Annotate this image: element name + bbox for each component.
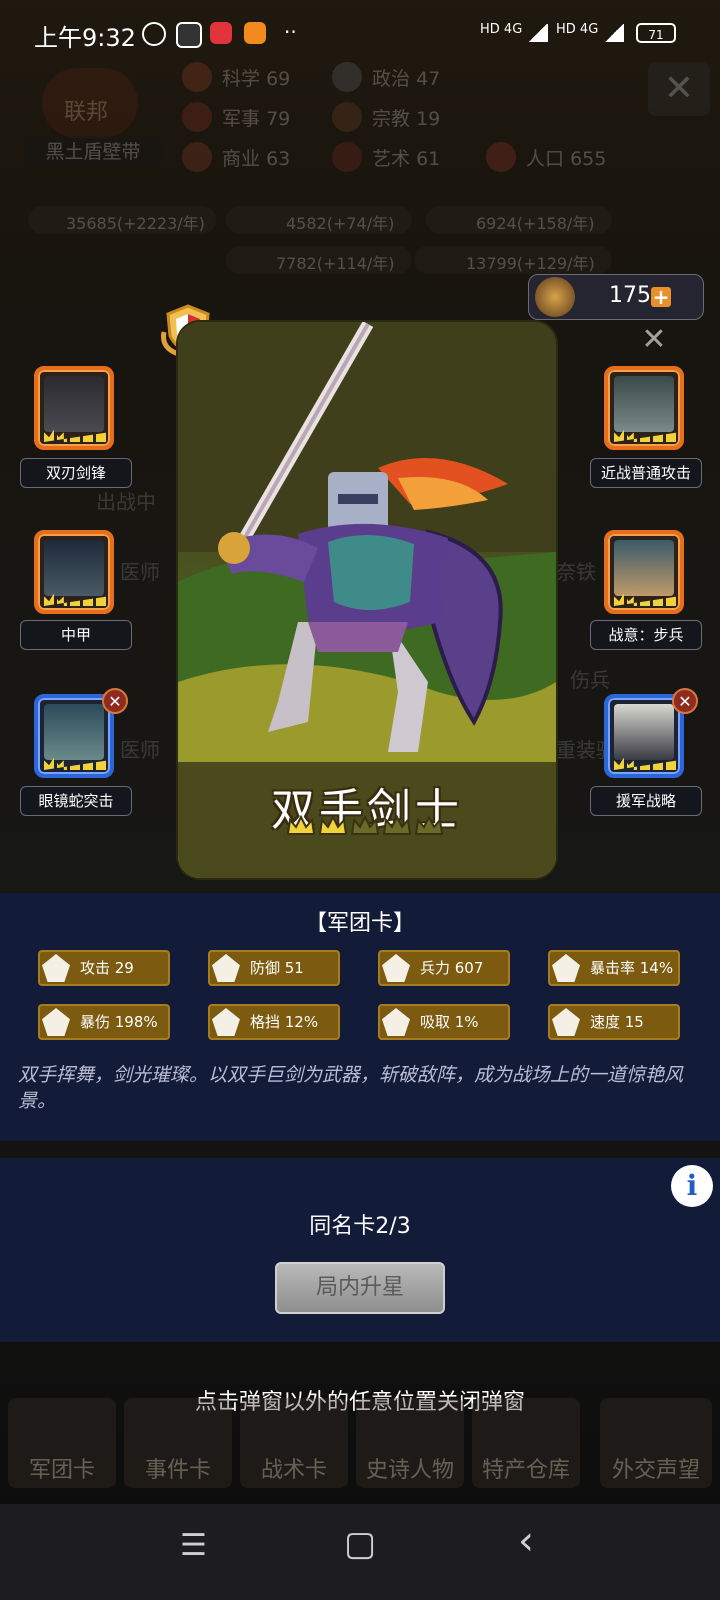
signal-bars-1-icon — [528, 24, 548, 42]
skill-art-icon — [44, 704, 104, 760]
skill-label-right-2: 战意：步兵 — [590, 620, 702, 650]
battery-indicator: 71 — [636, 23, 676, 43]
block-icon — [212, 1008, 240, 1036]
card-type-title: 【军团卡】 — [304, 911, 415, 936]
skill-slot-right-2[interactable] — [604, 530, 684, 614]
info-icon[interactable]: i — [671, 1165, 713, 1207]
remove-skill-left-3-icon[interactable]: ✕ — [102, 688, 128, 714]
stat-tile: 兵力 607 — [378, 950, 510, 986]
app-icon-2 — [210, 22, 232, 44]
points-value: 175 — [609, 283, 651, 308]
stat-label: 攻击 29 — [80, 959, 134, 977]
crest-icon — [535, 277, 575, 317]
crown-empty-icon — [382, 814, 412, 835]
crown-empty-icon — [350, 814, 380, 835]
signal-1: HD 4G — [480, 22, 523, 37]
tab-label-epic-figure: 史诗人物 — [365, 1458, 454, 1483]
tab-label-specialty-warehouse: 特产仓库 — [481, 1458, 570, 1483]
crown-empty-icon — [414, 814, 444, 835]
stat-label: 防御 51 — [250, 959, 304, 977]
stat-tile: 格挡 12% — [208, 1004, 340, 1040]
sword-icon — [42, 954, 70, 982]
menu-icon[interactable]: ☰ — [180, 1528, 207, 1563]
tab-label-diplomacy: 外交声望 — [611, 1458, 700, 1483]
duplicate-card-count: 同名卡2/3 — [309, 1214, 411, 1239]
status-time: 上午9:32 — [34, 24, 136, 52]
skill-label-right-3: 援军战略 — [590, 786, 702, 816]
legion-card: 双手剑士 — [178, 322, 556, 878]
stat-tile: 速度 15 — [548, 1004, 680, 1040]
skill-label-left-3: 眼镜蛇突击 — [20, 786, 132, 816]
add-points-button[interactable]: + — [651, 287, 671, 307]
tab-label-event-card: 事件卡 — [144, 1458, 211, 1483]
skill-slot-left-3[interactable] — [34, 694, 114, 778]
stat-tile: 吸取 1% — [378, 1004, 510, 1040]
crit-rate-icon — [552, 954, 580, 982]
skill-art-icon — [44, 540, 104, 596]
more-notifications-icon: ·· — [284, 20, 297, 44]
stat-tile: 暴伤 198% — [38, 1004, 170, 1040]
tab-label-tactic-card: 战术卡 — [260, 1458, 327, 1483]
stat-label: 暴击率 14% — [590, 959, 674, 977]
stat-label: 暴伤 198% — [80, 1013, 158, 1031]
shield-icon — [212, 954, 240, 982]
stat-label: 兵力 607 — [420, 959, 484, 977]
points-pill[interactable]: 175 + — [528, 274, 704, 320]
card-star-rating — [286, 814, 448, 844]
skill-art-icon — [614, 540, 674, 596]
skill-slot-right-3[interactable] — [604, 694, 684, 778]
crown-filled-icon — [286, 814, 316, 835]
crit-damage-icon — [42, 1008, 70, 1036]
skill-label-right-1: 近战普通攻击 — [590, 458, 702, 488]
skill-art-icon — [614, 704, 674, 760]
skill-art-icon — [614, 376, 674, 432]
stat-tile: 暴击率 14% — [548, 950, 680, 986]
stat-tile: 防御 51 — [208, 950, 340, 986]
upgrade-panel — [0, 1158, 720, 1342]
tab-label-legion-card: 军团卡 — [28, 1458, 95, 1483]
skill-slot-right-1[interactable] — [604, 366, 684, 450]
stat-label: 格挡 12% — [250, 1013, 319, 1031]
skill-label-left-1: 双刃剑锋 — [20, 458, 132, 488]
upgrade-star-button[interactable]: 局内升星 — [275, 1262, 445, 1314]
stat-tile: 攻击 29 — [38, 950, 170, 986]
home-icon[interactable]: ▢ — [344, 1524, 376, 1564]
skill-slot-left-1[interactable] — [34, 366, 114, 450]
crown-filled-icon — [318, 814, 348, 835]
stat-label: 吸取 1% — [420, 1013, 479, 1031]
card-description: 双手挥舞，剑光璀璨。以双手巨剑为武器，斩破敌阵，成为战场上的一道惊艳风景。 — [18, 1064, 684, 1112]
status-bar: 上午9:32 ·· HD 4G HD 4G 71 — [0, 0, 720, 70]
skill-slot-left-2[interactable] — [34, 530, 114, 614]
app-icon-1 — [176, 22, 202, 48]
stat-label: 速度 15 — [590, 1013, 644, 1031]
signal-2: HD 4G — [556, 22, 599, 37]
skill-label-left-2: 中甲 — [20, 620, 132, 650]
back-icon[interactable]: ‹ — [518, 1518, 534, 1564]
speed-icon — [552, 1008, 580, 1036]
heart-icon — [382, 954, 410, 982]
alarm-icon — [142, 22, 166, 46]
remove-skill-right-3-icon[interactable]: ✕ — [672, 688, 698, 714]
skill-art-icon — [44, 376, 104, 432]
lifesteal-icon — [382, 1008, 410, 1036]
close-card-icon[interactable]: ✕ — [622, 322, 686, 362]
app-icon-3 — [244, 22, 266, 44]
signal-bars-2-icon — [604, 24, 624, 42]
